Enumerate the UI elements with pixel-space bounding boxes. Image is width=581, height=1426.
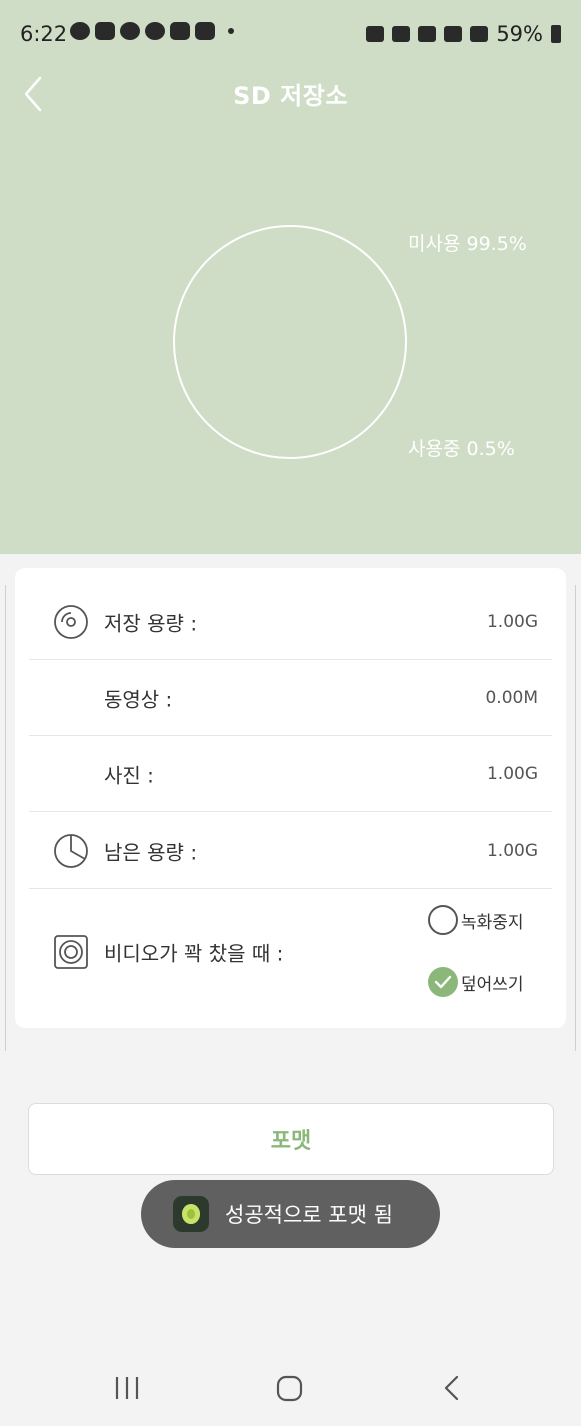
home-icon[interactable]	[276, 1375, 303, 1402]
capacity-value: 1.00G	[486, 612, 538, 632]
photo-row: 사진 : 1.00G	[29, 736, 552, 812]
recents-icon[interactable]	[115, 1377, 139, 1399]
unused-label: 미사용 99.5%	[408, 233, 527, 255]
remaining-label: 남은 용량 :	[104, 840, 198, 865]
overwrite-label: 덮어쓰기	[461, 974, 524, 995]
remaining-value: 1.00G	[486, 841, 538, 861]
overwrite-option[interactable]: 덮어쓰기	[428, 967, 524, 997]
header: 6:22 59% SD 저장소 미사용 99.5% 사용중 0.5%	[0, 0, 581, 554]
radio-unchecked-icon[interactable]	[428, 905, 458, 935]
when-full-label: 비디오가 꽉 찼을 때 :	[104, 941, 284, 966]
photo-value: 1.00G	[486, 764, 538, 784]
toast: 성공적으로 포맷 됨	[141, 1180, 440, 1248]
video-row: 동영상 : 0.00M	[29, 660, 552, 736]
remaining-row: 남은 용량 : 1.00G	[29, 813, 552, 889]
scroll-edge-left	[0, 585, 6, 1051]
capacity-row: 저장 용량 : 1.00G	[29, 584, 552, 660]
photo-label: 사진 :	[104, 763, 154, 788]
storage-info-card: 저장 용량 : 1.00G 동영상 : 0.00M 사진 : 1.00G 남은 …	[15, 568, 566, 1028]
speaker-icon	[54, 935, 88, 969]
checkmark-icon	[434, 975, 452, 989]
storage-ring	[173, 225, 407, 459]
disc-icon	[54, 605, 88, 639]
format-button[interactable]: 포맷	[28, 1103, 554, 1175]
toast-message: 성공적으로 포맷 됨	[225, 1203, 393, 1227]
pie-chart-icon	[54, 834, 88, 868]
back-icon[interactable]	[444, 1375, 459, 1401]
scroll-edge-right	[575, 585, 581, 1051]
capacity-label: 저장 용량 :	[104, 611, 198, 636]
video-label: 동영상 :	[104, 687, 173, 712]
radio-checked-icon[interactable]	[428, 967, 458, 997]
stop-recording-label: 녹화중지	[461, 912, 524, 933]
navigation-bar	[115, 1375, 459, 1402]
video-value: 0.00M	[485, 688, 538, 708]
storage-donut-chart	[173, 225, 407, 459]
used-label: 사용중 0.5%	[408, 438, 515, 460]
app-logo-icon	[173, 1196, 209, 1232]
stop-recording-option[interactable]: 녹화중지	[428, 905, 524, 935]
